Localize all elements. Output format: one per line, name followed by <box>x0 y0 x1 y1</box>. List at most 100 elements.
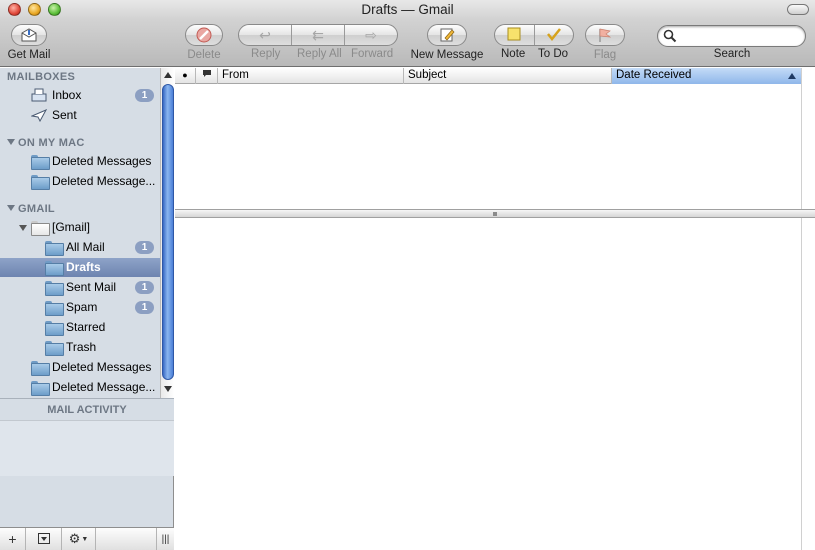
message-preview-pane[interactable] <box>175 218 801 550</box>
folder-icon <box>31 221 50 236</box>
paper-plane-icon <box>30 108 48 123</box>
sidebar-item-sent-mail[interactable]: Sent Mail 1 <box>0 278 160 297</box>
reply-button[interactable]: ↩ <box>239 25 292 45</box>
column-label: Date Received <box>616 69 692 81</box>
chevron-down-icon: ▼ <box>81 535 89 543</box>
column-subject[interactable]: Subject <box>404 68 612 84</box>
flag-label: Flag <box>593 49 617 61</box>
sidebar-item-label: Sent <box>52 108 77 122</box>
folder-icon <box>45 321 64 336</box>
reply-label: Reply <box>251 48 281 60</box>
inbox-tray-icon <box>31 88 47 102</box>
window-title: Drafts — Gmail <box>361 2 454 17</box>
search-label-text: Search <box>713 48 751 60</box>
folder-icon <box>31 361 50 376</box>
todo-button[interactable] <box>535 25 574 45</box>
folder-icon <box>31 175 50 190</box>
search-icon <box>663 29 677 43</box>
sidebar-item-label: Inbox <box>52 88 82 102</box>
sidebar-item-label: Deleted Message... <box>52 174 156 188</box>
scroll-up-arrow-icon[interactable] <box>164 72 172 78</box>
message-list-scrollbar[interactable] <box>801 68 815 209</box>
forward-arrow-icon: ⇨ <box>365 26 377 43</box>
sidebar-item-inbox[interactable]: Inbox 1 <box>0 86 160 105</box>
search-input[interactable] <box>657 25 806 47</box>
reply-all-label: Reply All <box>297 48 342 60</box>
get-mail-icon <box>11 24 47 46</box>
section-title: GMAIL <box>18 203 55 215</box>
get-mail-label: Get Mail <box>7 49 51 61</box>
mailboxes-section-header: MAILBOXES <box>7 71 76 83</box>
sidebar-item-mac-deleted-messages[interactable]: Deleted Messages <box>0 152 160 171</box>
sidebar-item-mac-deleted-messages-2[interactable]: Deleted Message... <box>0 172 160 191</box>
new-message-icon <box>427 24 467 46</box>
sidebar-scrollbar[interactable] <box>160 68 174 398</box>
unread-count-badge: 1 <box>135 281 154 294</box>
mail-activity-pane <box>0 420 174 476</box>
message-list[interactable] <box>175 85 801 209</box>
mailbox-sidebar: MAILBOXES Inbox 1 Sent ON MY MAC Deleted… <box>0 68 174 550</box>
sidebar-item-gmail-folder[interactable]: [Gmail] <box>0 218 160 237</box>
sidebar-item-sent[interactable]: Sent <box>0 106 160 125</box>
sidebar-item-gmail-deleted-messages[interactable]: Deleted Messages <box>0 358 160 377</box>
delete-button[interactable]: Delete <box>184 24 224 61</box>
checkmark-icon <box>546 27 562 44</box>
folder-icon <box>31 155 50 170</box>
sidebar-item-label: Sent Mail <box>66 280 117 294</box>
reply-segmented-control: ↩ ⇇ ⇨ <box>238 24 398 46</box>
sidebar-item-all-mail[interactable]: All Mail 1 <box>0 238 160 257</box>
sidebar-scroll-thumb[interactable] <box>162 84 174 380</box>
section-title: ON MY MAC <box>18 137 85 149</box>
resize-grip-icon: ||| <box>161 533 170 545</box>
column-label: Subject <box>408 69 447 81</box>
flag-icon <box>585 24 625 46</box>
mail-activity-header[interactable]: MAIL ACTIVITY <box>0 398 174 420</box>
toolbar-toggle-button[interactable] <box>787 4 809 15</box>
column-from[interactable]: From <box>218 68 404 84</box>
window-toolbar: Drafts — Gmail Get Mail Delete ↩ ⇇ ⇨ Rep… <box>0 0 815 67</box>
sidebar-item-label: Starred <box>66 320 106 334</box>
reply-all-arrow-icon: ⇇ <box>312 26 324 43</box>
reply-all-button[interactable]: ⇇ <box>292 25 345 45</box>
sidebar-item-label: Deleted Messages <box>52 360 152 374</box>
pane-splitter[interactable] <box>175 209 815 218</box>
todo-label: To Do <box>538 48 569 60</box>
gmail-section-header[interactable]: GMAIL <box>7 203 55 215</box>
add-mailbox-button[interactable]: + <box>0 528 26 550</box>
sidebar-item-label: Deleted Message... <box>52 380 156 394</box>
sidebar-item-drafts[interactable]: Drafts <box>0 258 160 277</box>
sidebar-item-trash[interactable]: Trash <box>0 338 160 357</box>
show-mail-activity-button[interactable] <box>26 528 62 550</box>
sort-ascending-icon <box>788 73 796 79</box>
column-thread[interactable] <box>196 68 218 84</box>
disclosure-triangle-icon[interactable] <box>19 225 27 231</box>
note-icon <box>507 27 521 44</box>
on-my-mac-section-header[interactable]: ON MY MAC <box>7 137 85 149</box>
scroll-down-arrow-icon[interactable] <box>164 386 172 392</box>
flag-button[interactable]: Flag <box>584 24 626 61</box>
get-mail-button[interactable]: Get Mail <box>6 24 52 61</box>
unread-count-badge: 1 <box>135 241 154 254</box>
column-read-status[interactable]: ● <box>175 68 196 84</box>
folder-icon <box>45 301 64 316</box>
new-message-label: New Message <box>410 49 484 61</box>
preview-scrollbar[interactable] <box>801 218 815 550</box>
sidebar-item-label: Drafts <box>66 260 101 274</box>
sidebar-resize-handle[interactable]: ||| <box>156 528 174 550</box>
forward-label: Forward <box>351 48 394 60</box>
forward-button[interactable]: ⇨ <box>345 25 397 45</box>
sidebar-item-starred[interactable]: Starred <box>0 318 160 337</box>
sidebar-item-gmail-deleted-messages-2[interactable]: Deleted Message... <box>0 378 160 397</box>
sidebar-item-label: [Gmail] <box>52 220 91 234</box>
activity-panel-icon <box>37 531 50 547</box>
delete-label: Delete <box>187 49 221 61</box>
sidebar-item-spam[interactable]: Spam 1 <box>0 298 160 317</box>
action-menu-button[interactable]: ⚙ ▼ <box>62 528 96 550</box>
note-todo-segmented-control <box>494 24 574 46</box>
column-date-received[interactable]: Date Received <box>612 68 801 84</box>
note-label: Note <box>501 48 526 60</box>
new-message-button[interactable]: New Message <box>409 24 485 61</box>
sidebar-item-label: Spam <box>66 300 98 314</box>
sidebar-item-label: Deleted Messages <box>52 154 152 168</box>
note-button[interactable] <box>495 25 535 45</box>
